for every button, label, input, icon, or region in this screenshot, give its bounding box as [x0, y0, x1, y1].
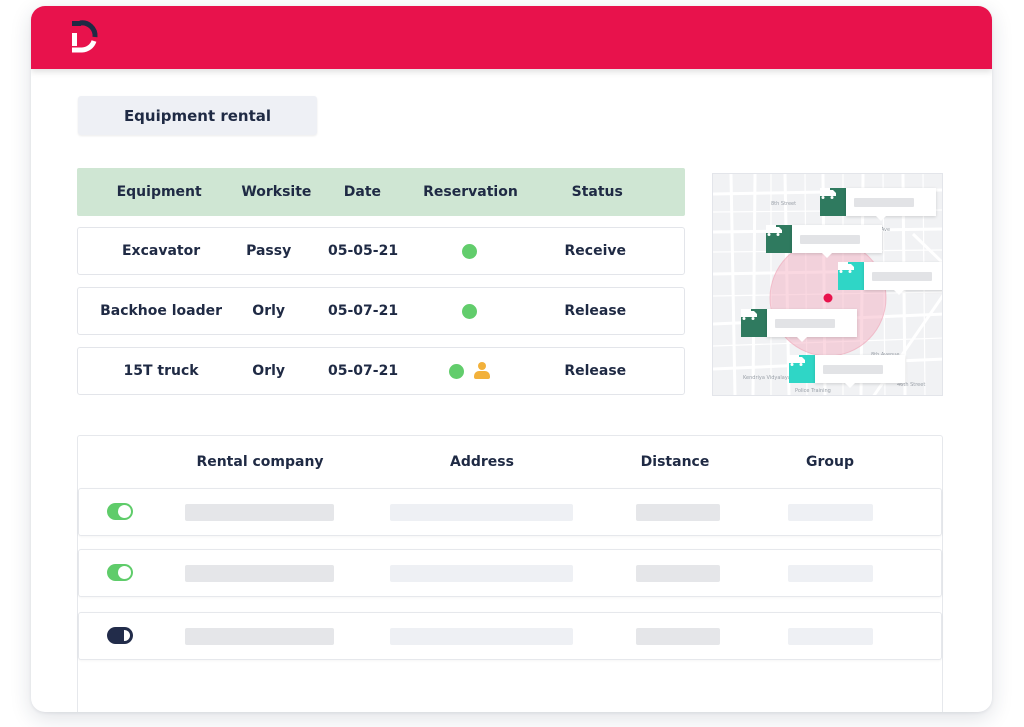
col-distance[interactable]: Distance [641, 454, 710, 470]
company-name-placeholder [185, 628, 334, 645]
marker-label [864, 262, 942, 295]
worksite-cell: Orly [252, 303, 286, 319]
col-equipment[interactable]: Equipment [77, 184, 241, 200]
app-window: Equipment rental Equipment Worksite Date… [31, 6, 992, 712]
col-address[interactable]: Address [450, 454, 514, 470]
date-cell: 05-07-21 [328, 303, 399, 319]
green-dot-icon [449, 363, 465, 379]
reservation-cell [433, 243, 507, 259]
page-title[interactable]: Equipment rental [78, 96, 317, 135]
street-label: Kendriya Vidyalaya [743, 375, 791, 381]
green-dot-icon [462, 243, 478, 259]
truck-icon [789, 355, 815, 383]
col-status[interactable]: Status [509, 184, 685, 200]
col-group[interactable]: Group [806, 454, 854, 470]
d-logo-icon[interactable] [70, 19, 100, 55]
distance-placeholder [636, 565, 720, 582]
companies-header: Rental company Address Distance Group [78, 436, 942, 488]
col-rental-company[interactable]: Rental company [196, 454, 323, 470]
col-date[interactable]: Date [293, 184, 431, 200]
worksite-cell: Orly [252, 363, 286, 379]
top-bar [31, 6, 992, 69]
truck-icon [741, 309, 767, 337]
status-cell[interactable]: Receive [507, 243, 684, 259]
reservations-header: Equipment Worksite Date Reservation Stat… [77, 168, 685, 216]
marker-label [767, 309, 857, 342]
company-name-placeholder [185, 504, 334, 521]
equipment-cell: 15T truck [123, 363, 199, 379]
map-marker[interactable] [789, 355, 905, 388]
address-placeholder [390, 504, 573, 521]
map-marker[interactable] [820, 188, 936, 221]
company-row[interactable] [78, 549, 942, 597]
green-dot-icon [462, 303, 478, 319]
equipment-cell: Backhoe loader [100, 303, 223, 319]
marker-label [792, 225, 882, 258]
enable-toggle[interactable] [107, 503, 133, 520]
person-icon[interactable] [474, 362, 491, 380]
company-name-placeholder [185, 565, 334, 582]
table-row[interactable]: Excavator Passy 05-05-21 Receive [77, 227, 685, 275]
table-row[interactable]: Backhoe loader Orly 05-07-21 Release [77, 287, 685, 335]
center-point [823, 293, 833, 303]
group-placeholder [788, 504, 873, 521]
street-label: Police Training [795, 388, 831, 394]
truck-icon [838, 262, 864, 290]
truck-icon [766, 225, 792, 253]
company-row[interactable] [78, 488, 942, 536]
map-marker[interactable] [741, 309, 857, 342]
status-cell[interactable]: Release [507, 363, 684, 379]
address-placeholder [390, 565, 573, 582]
reservation-cell [433, 362, 507, 380]
marker-label [815, 355, 905, 388]
rental-companies-table: Rental company Address Distance Group [77, 435, 943, 712]
map-marker[interactable] [838, 262, 942, 295]
address-placeholder [390, 628, 573, 645]
col-worksite[interactable]: Worksite [241, 184, 311, 200]
group-placeholder [788, 628, 873, 645]
distance-placeholder [636, 504, 720, 521]
group-placeholder [788, 565, 873, 582]
date-cell: 05-05-21 [328, 243, 399, 259]
date-cell: 05-07-21 [328, 363, 399, 379]
truck-icon [820, 188, 846, 216]
status-cell[interactable]: Release [507, 303, 684, 319]
map-marker[interactable] [766, 225, 882, 258]
reservation-cell [433, 303, 507, 319]
map[interactable]: 8th Street 3rd Ave 8th Avenue 46th Stree… [712, 173, 943, 396]
table-row[interactable]: 15T truck Orly 05-07-21 Release [77, 347, 685, 395]
enable-toggle[interactable] [107, 564, 133, 581]
equipment-cell: Excavator [121, 243, 201, 259]
enable-toggle[interactable] [107, 627, 133, 644]
company-row[interactable] [78, 612, 942, 660]
worksite-cell: Passy [246, 243, 292, 259]
marker-label [846, 188, 936, 221]
street-label: 8th Street [771, 201, 796, 207]
distance-placeholder [636, 628, 720, 645]
col-reservation[interactable]: Reservation [423, 184, 518, 200]
